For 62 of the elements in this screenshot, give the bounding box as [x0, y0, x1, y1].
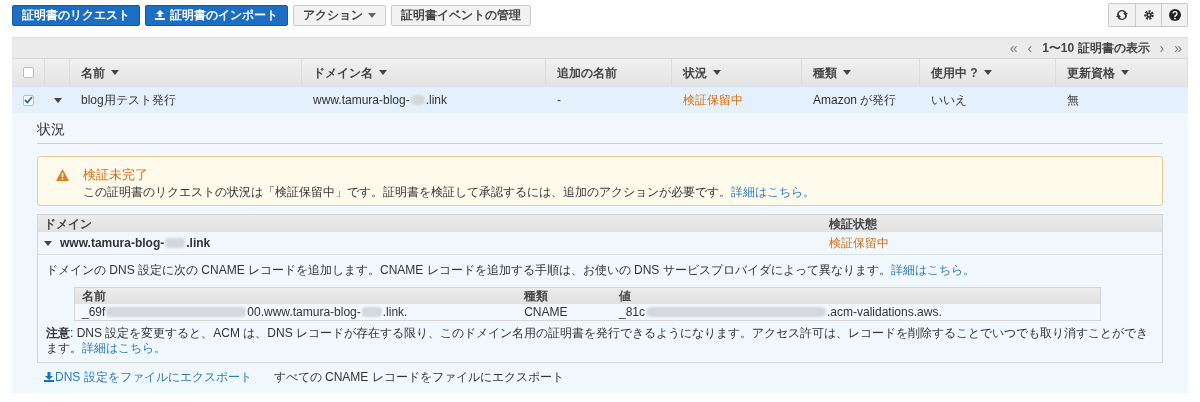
text: .link. — [382, 304, 408, 321]
check-icon — [24, 96, 33, 104]
caret-icon — [368, 12, 376, 18]
table-cell-text: - — [557, 92, 561, 109]
checkbox[interactable] — [22, 67, 34, 78]
column-header[interactable]: 使用中 ? — [931, 63, 978, 82]
toolbar-button[interactable]: 証明書のインポート — [145, 4, 288, 26]
column-header: ドメイン — [43, 215, 93, 233]
text: _81c — [618, 304, 645, 321]
upload-icon — [155, 10, 165, 20]
table-row[interactable]: blog用テスト発行 www.tamura-blog- .link - 検証保留中 Amazon が発行 いいえ 無 — [12, 86, 1188, 113]
table-cell-text: blog用テスト発行 — [81, 92, 176, 109]
settings-icon — [1142, 9, 1155, 21]
column-header[interactable]: 名前 — [81, 63, 105, 82]
table-cell: CNAME — [524, 305, 568, 319]
text: www.tamura-blog- — [313, 92, 410, 109]
text: 00.www.tamura-blog- — [247, 304, 361, 321]
next-page-button[interactable]: › — [1159, 37, 1165, 59]
download-icon — [44, 372, 54, 382]
toolbar-button[interactable]: 証明書イベントの管理 — [391, 4, 531, 26]
first-page-button[interactable]: « — [1009, 37, 1018, 59]
column-header: 値 — [617, 288, 632, 305]
table-cell-text: Amazon が発行 — [813, 92, 897, 109]
redacted-text — [410, 95, 425, 105]
export-text: すべての CNAME レコードをファイルにエクスポート — [273, 369, 564, 386]
column-header: 検証状態 — [829, 215, 877, 233]
text: .acm-validations.aws. — [827, 304, 942, 321]
table-cell-text: 検証保留中 — [683, 92, 743, 109]
alert-title: 検証未完了 — [83, 167, 149, 182]
export-link[interactable]: DNS 設定をファイルにエクスポート — [44, 368, 252, 386]
alert-message: この証明書のリクエストの状況は「検証保留中」です。証明書を検証して承認するには、追加のアクションが必要です。詳細はこちら。 — [83, 184, 815, 201]
column-header[interactable]: 追加の名前 — [557, 63, 617, 82]
warning-icon — [56, 169, 69, 181]
note-text: 注意: DNS 設定を変更すると、ACM は、DNS レコードが存在する限り、このドメイン名用の証明書を発行できるようになります。アクセス許可は、レコードを削除することでいつでも取り消すことができます。詳細はこちら。 — [46, 326, 1149, 356]
status-text: 検証保留中 — [829, 235, 889, 252]
text: _69f — [82, 304, 106, 321]
details-link[interactable]: 詳細はこちら。 — [82, 341, 166, 355]
toolbar-button[interactable]: アクション — [293, 4, 386, 26]
table-cell-text: 無 — [1067, 92, 1079, 109]
text: www.tamura-blog- — [60, 235, 165, 252]
details-link[interactable]: 詳細はこちら。 — [731, 185, 815, 199]
text: .link — [186, 235, 211, 252]
column-header: 名前 — [81, 288, 107, 305]
redacted-text — [361, 307, 382, 317]
pagination-label: 1〜10 証明書の表示 — [1042, 40, 1150, 57]
column-header[interactable]: 状況 — [683, 63, 707, 82]
redacted-text — [165, 238, 186, 248]
table-cell-text: いいえ — [931, 92, 967, 109]
instructions-text: ドメインの DNS 設定に次の CNAME レコードを追加します。CNAME レコードを追加する手順は、お使いの DNS サービスプロバイダによって異なります。詳細はこちら。 — [46, 262, 976, 279]
column-header[interactable]: 更新資格 — [1067, 63, 1115, 82]
help-icon — [1168, 9, 1181, 21]
details-link[interactable]: 詳細はこちら。 — [890, 263, 975, 277]
section-heading: 状況 — [37, 120, 66, 139]
previous-page-button[interactable]: ‹ — [1027, 37, 1033, 59]
last-page-button[interactable]: » — [1174, 37, 1182, 59]
column-header: 種類 — [523, 288, 550, 305]
checkbox[interactable] — [23, 94, 34, 106]
toolbar-button[interactable]: 証明書のリクエスト — [12, 4, 140, 26]
column-header[interactable]: 種類 — [813, 63, 837, 82]
refresh-icon — [1116, 9, 1128, 21]
column-header[interactable]: ドメイン名 — [313, 63, 373, 82]
text: .link — [425, 92, 448, 109]
